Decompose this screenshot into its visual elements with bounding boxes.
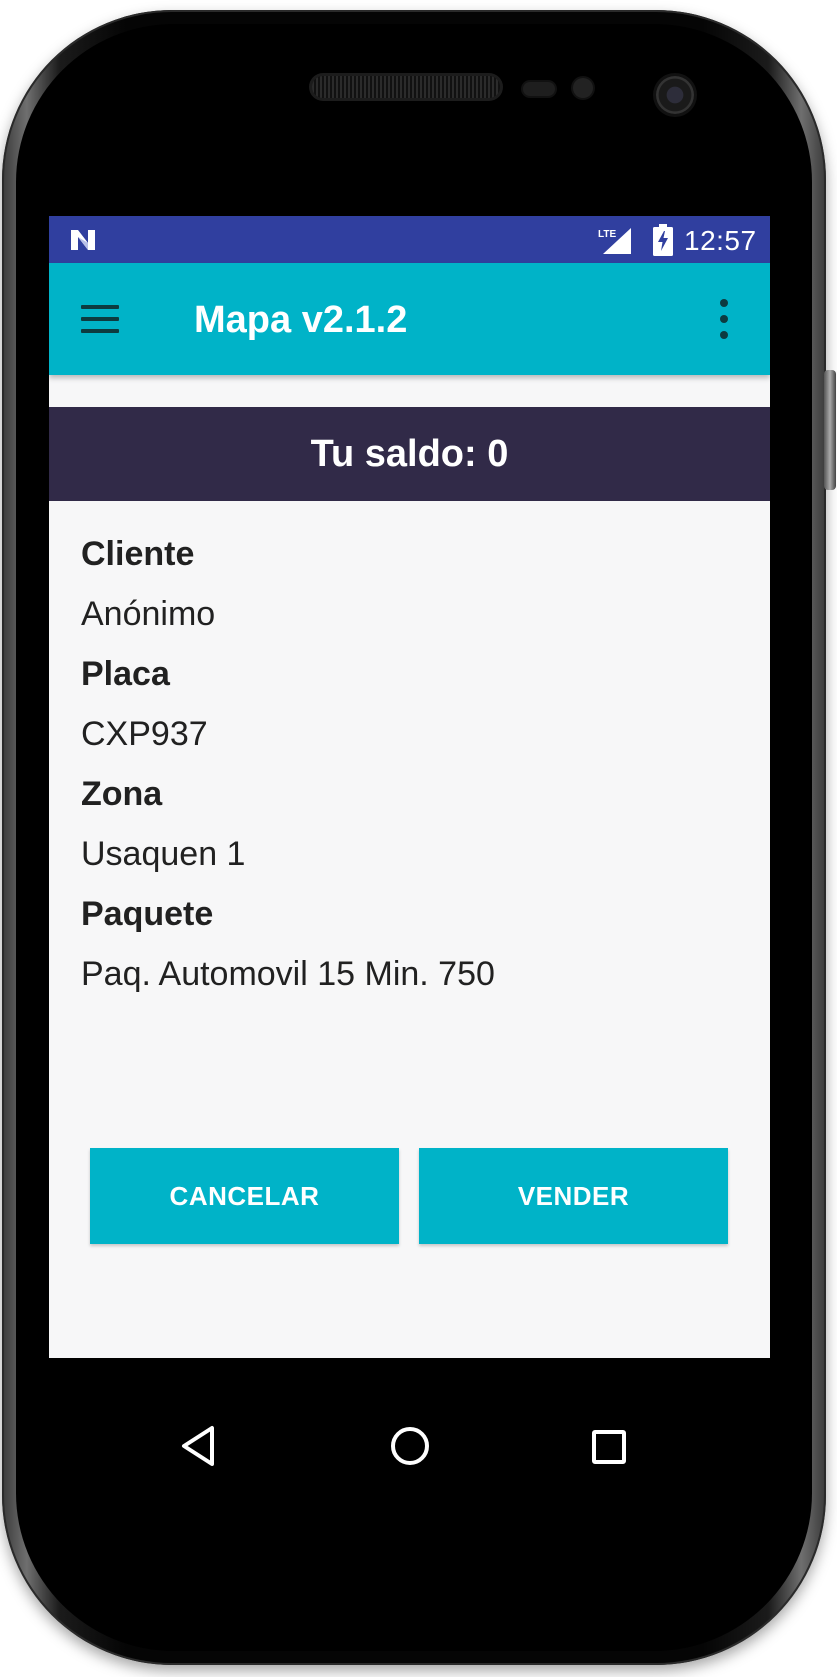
main-content: Tu saldo: 0 Cliente Anónimo Placa CXP937…: [49, 375, 770, 1358]
balance-banner: Tu saldo: 0: [49, 407, 770, 501]
status-clock: 12:57: [684, 225, 757, 256]
front-camera: [656, 76, 694, 114]
app-toolbar: Mapa v2.1.2: [49, 263, 770, 375]
client-label: Cliente: [81, 535, 195, 573]
recents-square-icon[interactable]: [590, 1428, 628, 1466]
package-label: Paquete: [81, 895, 214, 933]
proximity-sensor: [523, 82, 555, 96]
app-title: Mapa v2.1.2: [194, 299, 408, 341]
zone-label: Zona: [81, 775, 163, 813]
home-circle-icon[interactable]: [389, 1425, 431, 1467]
light-sensor: [573, 78, 593, 98]
battery-charging-icon: [653, 224, 673, 256]
earpiece-speaker: [312, 76, 500, 98]
lte-signal-icon: LTE: [598, 228, 631, 254]
hamburger-menu-icon[interactable]: [77, 297, 121, 341]
status-bar: LTE 12:57: [49, 216, 770, 263]
sell-button[interactable]: VENDER: [419, 1148, 728, 1244]
n-logo-icon: [71, 230, 95, 250]
cancel-button[interactable]: CANCELAR: [90, 1148, 399, 1244]
power-button: [824, 370, 836, 490]
balance-text: Tu saldo: 0: [310, 432, 509, 475]
plate-value: CXP937: [81, 715, 208, 753]
package-value: Paq. Automovil 15 Min. 750: [81, 955, 495, 993]
more-vertical-icon[interactable]: [709, 295, 739, 343]
zone-value: Usaquen 1: [81, 835, 246, 873]
plate-label: Placa: [81, 655, 170, 693]
client-value: Anónimo: [81, 595, 216, 633]
sale-details: Cliente Anónimo Placa CXP937 Zona Usaque…: [81, 525, 741, 1005]
back-triangle-icon[interactable]: [178, 1424, 218, 1468]
svg-text:LTE: LTE: [598, 229, 616, 240]
action-buttons: CANCELAR VENDER: [90, 1148, 728, 1244]
system-nav-bar: [49, 1358, 770, 1403]
screen: LTE 12:57 Mapa v2.1.2 Tu saldo: 0 Client…: [49, 216, 770, 1403]
phone-device: LTE 12:57 Mapa v2.1.2 Tu saldo: 0 Client…: [0, 0, 837, 1677]
